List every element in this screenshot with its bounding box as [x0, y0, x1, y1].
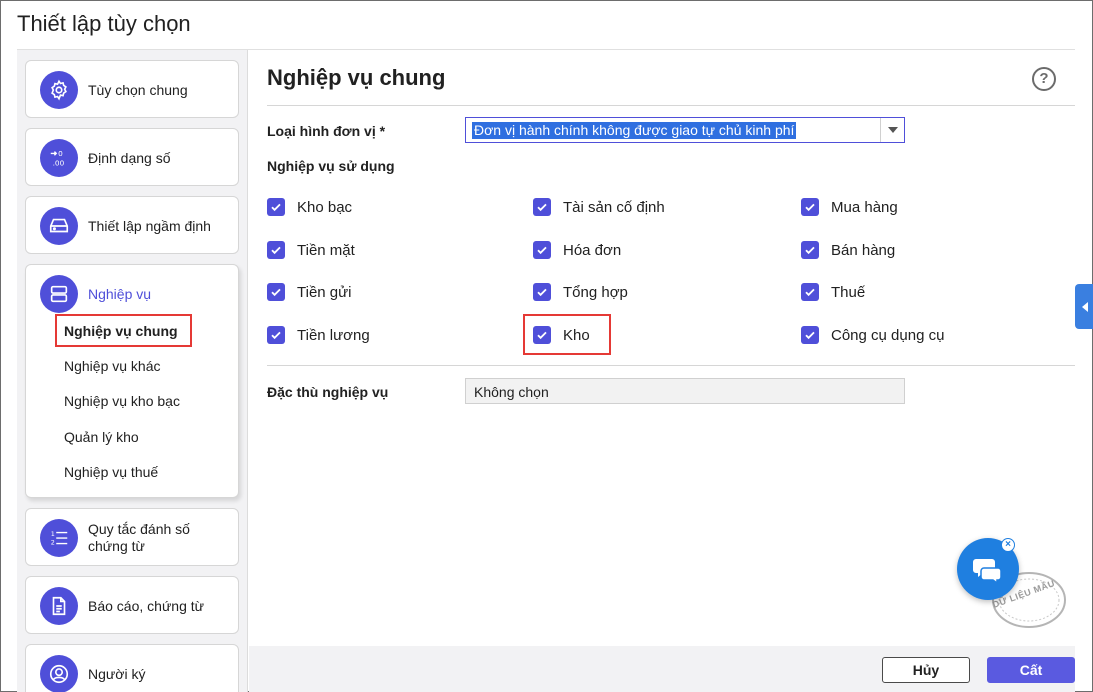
- checkbox-cash[interactable]: Tiền mặt: [267, 240, 355, 260]
- person-icon: [40, 655, 78, 692]
- sidebar-item-label: Báo cáo, chứng từ: [88, 598, 205, 614]
- check-icon: [267, 241, 285, 259]
- checkbox-label: Tiền mặt: [297, 241, 355, 259]
- checkbox-purchasing[interactable]: Mua hàng: [801, 197, 898, 217]
- check-icon: [533, 198, 551, 216]
- svg-text:2: 2: [51, 538, 55, 546]
- sidebar-item-label: Tùy chọn chung: [88, 82, 188, 98]
- subitem-tax-operations[interactable]: Nghiệp vụ thuế: [64, 464, 158, 480]
- checkbox-tools-equipment[interactable]: Công cụ dụng cụ: [801, 325, 944, 345]
- page-title: Nghiệp vụ chung: [267, 65, 446, 90]
- sidebar-item-number-format[interactable]: 0.00 Định dạng số: [25, 128, 239, 186]
- unit-type-label: Loại hình đơn vị *: [267, 123, 386, 139]
- chevron-down-icon: [887, 127, 898, 133]
- checkbox-tax[interactable]: Thuế: [801, 282, 865, 302]
- checkbox-payroll[interactable]: Tiền lương: [267, 325, 370, 345]
- document-icon: [40, 587, 78, 625]
- highlight-box-subitem: [55, 314, 192, 347]
- checkbox-label: Bán hàng: [831, 241, 896, 259]
- operations-label: Nghiệp vụ sử dụng: [267, 158, 395, 174]
- check-icon: [801, 326, 819, 344]
- chevron-left-icon: [1081, 301, 1088, 312]
- check-icon: [801, 283, 819, 301]
- highlight-box-warehouse: [523, 314, 611, 355]
- decimal-format-icon: 0.00: [40, 139, 78, 177]
- side-panel-toggle[interactable]: [1075, 284, 1093, 329]
- sidebar-item-label: Nghiệp vụ: [88, 286, 152, 302]
- svg-text:.00: .00: [53, 158, 65, 167]
- subitem-other-operations[interactable]: Nghiệp vụ khác: [64, 358, 161, 374]
- check-icon: [533, 283, 551, 301]
- server-icon: [40, 275, 78, 313]
- checkbox-label: Tài sản cố định: [563, 198, 665, 216]
- sidebar-item-label: Thiết lập ngầm định: [88, 218, 211, 234]
- sidebar-item-default-settings[interactable]: Thiết lập ngầm định: [25, 196, 239, 254]
- checkbox-invoice[interactable]: Hóa đơn: [533, 240, 621, 260]
- check-icon: [267, 283, 285, 301]
- save-button[interactable]: Cất: [987, 657, 1075, 683]
- numbered-list-icon: 12: [40, 519, 78, 557]
- checkbox-treasury[interactable]: Kho bạc: [267, 197, 352, 217]
- sidebar-item-general-options[interactable]: Tùy chọn chung: [25, 60, 239, 118]
- special-operations-label: Đặc thù nghiệp vụ: [267, 384, 389, 400]
- check-icon: [533, 241, 551, 259]
- sidebar-item-label-line2: chứng từ: [88, 538, 145, 554]
- checkbox-fixed-assets[interactable]: Tài sản cố định: [533, 197, 665, 217]
- check-icon: [267, 198, 285, 216]
- checkbox-sales[interactable]: Bán hàng: [801, 240, 895, 260]
- checkbox-label: Hóa đơn: [563, 241, 622, 259]
- checkbox-label: Tổng hợp: [563, 283, 628, 301]
- header-divider: [267, 105, 1075, 106]
- chat-icon: [973, 559, 1002, 585]
- check-icon: [801, 198, 819, 216]
- cancel-button[interactable]: Hủy: [882, 657, 970, 683]
- checkbox-label: Tiền gửi: [297, 283, 352, 301]
- checkbox-label: Kho bạc: [297, 198, 353, 216]
- unit-type-select[interactable]: Đơn vị hành chính không được giao tự chủ…: [465, 117, 905, 143]
- checkbox-label: Thuế: [831, 283, 866, 301]
- unit-type-value: Đơn vị hành chính không được giao tự chủ…: [472, 122, 797, 139]
- sidebar: Tùy chọn chung 0.00 Định dạng số Thiết l…: [17, 50, 248, 692]
- dialog-title: Thiết lập tùy chọn: [17, 11, 191, 36]
- check-icon: [801, 241, 819, 259]
- help-icon[interactable]: ?: [1032, 67, 1056, 91]
- svg-text:1: 1: [51, 530, 55, 538]
- dialog-window: Thiết lập tùy chọn Tùy chọn chung 0.00 Đ…: [0, 0, 1093, 692]
- subitem-treasury-operations[interactable]: Nghiệp vụ kho bạc: [64, 393, 180, 409]
- sidebar-item-reports[interactable]: Báo cáo, chứng từ: [25, 576, 239, 634]
- checkbox-deposits[interactable]: Tiền gửi: [267, 282, 352, 302]
- sidebar-item-operations[interactable]: Nghiệp vụ Nghiệp vụ chung Nghiệp vụ khác…: [25, 264, 239, 498]
- close-icon[interactable]: ×: [1001, 538, 1015, 552]
- drive-icon: [40, 207, 78, 245]
- check-icon: [267, 326, 285, 344]
- checkbox-label: Công cụ dụng cụ: [831, 326, 945, 344]
- sidebar-item-signers[interactable]: Người ký: [25, 644, 239, 692]
- sidebar-item-label: Người ký: [88, 666, 146, 682]
- sidebar-item-label: Quy tắc đánh số: [88, 521, 190, 537]
- checkbox-general-ledger[interactable]: Tổng hợp: [533, 282, 628, 302]
- special-operations-field: Không chọn: [465, 378, 905, 404]
- special-operations-value: Không chọn: [474, 384, 549, 400]
- subitem-warehouse-management[interactable]: Quản lý kho: [64, 429, 139, 445]
- checkbox-label: Tiền lương: [297, 326, 370, 344]
- svg-text:0: 0: [58, 149, 63, 158]
- sidebar-item-label: Định dạng số: [88, 150, 171, 166]
- checkbox-label: Mua hàng: [831, 198, 898, 216]
- sidebar-item-numbering-rules[interactable]: 12 Quy tắc đánh số chứng từ: [25, 508, 239, 566]
- gear-icon: [40, 71, 78, 109]
- dropdown-button[interactable]: [880, 118, 904, 142]
- section-divider: [267, 365, 1075, 366]
